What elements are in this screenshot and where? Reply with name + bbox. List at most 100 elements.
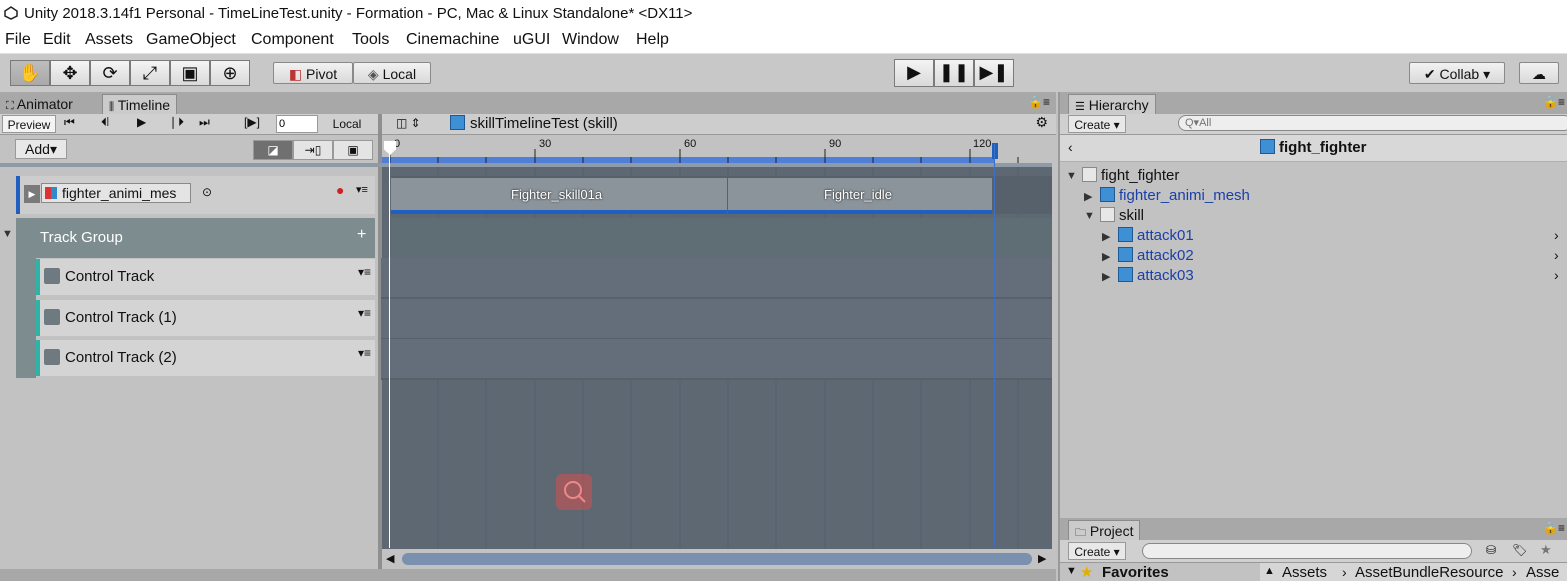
play-range-icon[interactable]: [▶] <box>244 115 260 129</box>
hierarchy-item-attack01[interactable]: attack01 <box>1118 227 1194 244</box>
prev-frame-icon[interactable]: ⏴❘ <box>101 115 109 130</box>
menu-component[interactable]: Component <box>251 31 334 49</box>
scroll-up-icon[interactable]: ▲ <box>1264 565 1275 577</box>
project-search-input[interactable] <box>1142 543 1472 559</box>
hierarchy-search-input[interactable] <box>1178 115 1567 131</box>
scale-tool-button[interactable]: ⤢ <box>130 60 170 86</box>
menu-file[interactable]: File <box>5 31 31 49</box>
tab-timeline[interactable]: ⫼ Timeline <box>102 94 178 114</box>
frame-field[interactable] <box>276 115 318 133</box>
binding-field[interactable]: fighter_animi_mes <box>41 183 191 203</box>
breadcrumb-assetbundleresource[interactable]: AssetBundleResource <box>1355 564 1503 581</box>
tab-project[interactable]: 🗀 Project <box>1068 520 1141 540</box>
expand-icon[interactable]: ▼ <box>1066 170 1077 182</box>
track-menu-icon[interactable]: ▾≡ <box>358 265 371 279</box>
track-group-header[interactable]: Track Group + <box>16 218 375 258</box>
hierarchy-item-fight-fighter[interactable]: fight_fighter <box>1082 167 1179 184</box>
record-toggle-icon[interactable]: ▶ <box>24 185 40 203</box>
menu-cinemachine[interactable]: Cinemachine <box>406 31 499 49</box>
track-menu-icon[interactable]: ▾≡ <box>356 183 368 196</box>
add-track-button[interactable]: Add▾ <box>15 139 67 159</box>
menu-edit[interactable]: Edit <box>43 31 71 49</box>
star-icon[interactable]: ★ <box>1540 542 1552 558</box>
menu-window[interactable]: Window <box>562 31 619 49</box>
hand-tool-button[interactable]: ✋ <box>10 60 50 86</box>
control-track-2-label: Control Track (2) <box>65 349 177 366</box>
local-button[interactable]: ◈ Local <box>353 62 431 84</box>
time-ruler[interactable]: 0 30 60 90 120 <box>382 135 1052 163</box>
edit-mode-mix-button[interactable]: ◪ <box>253 140 293 160</box>
tag-icon[interactable]: 🏷 <box>1512 543 1527 557</box>
collab-button[interactable]: ✔ Collab ▾ <box>1409 62 1505 84</box>
rotate-tool-button[interactable]: ⟳ <box>90 60 130 86</box>
rect-tool-button[interactable]: ▣ <box>170 60 210 86</box>
hierarchy-create-button[interactable]: Create ▾ <box>1068 115 1126 133</box>
project-create-button[interactable]: Create ▾ <box>1068 542 1126 560</box>
menu-help[interactable]: Help <box>636 31 669 49</box>
transform-tool-button[interactable]: ⊕ <box>210 60 250 86</box>
next-frame-icon[interactable]: ❘⏵ <box>168 115 184 130</box>
chevron-right-icon[interactable]: › <box>1554 247 1559 263</box>
hierarchy-item-skill[interactable]: skill <box>1100 207 1144 224</box>
expand-icon[interactable]: ▶ <box>1102 230 1110 243</box>
end-marker[interactable] <box>992 143 998 159</box>
track-menu-icon[interactable]: ▾≡ <box>358 346 371 360</box>
menu-tools[interactable]: Tools <box>352 31 389 49</box>
step-button[interactable]: ▶❚ <box>974 59 1014 87</box>
goto-end-icon[interactable]: ⏭ <box>199 115 210 130</box>
scroll-thumb[interactable] <box>402 553 1032 565</box>
timeline-view-icon[interactable]: ◫ ⇕ <box>396 116 421 130</box>
panel-menu-icon[interactable]: 🔒≡ <box>1543 521 1565 535</box>
hierarchy-item-attack03[interactable]: attack03 <box>1118 267 1194 284</box>
expand-icon[interactable]: ▶ <box>1102 250 1110 263</box>
chevron-right-icon[interactable]: › <box>1554 227 1559 243</box>
breadcrumb-assets[interactable]: Assets <box>1282 564 1327 581</box>
target-icon[interactable]: ⊙ <box>202 185 212 199</box>
edit-mode-replace-button[interactable]: ▣ <box>333 140 373 160</box>
scroll-right-icon[interactable]: ▶ <box>1038 552 1046 565</box>
pause-button[interactable]: ❚❚ <box>934 59 974 87</box>
expand-icon[interactable]: ▶ <box>1084 190 1092 203</box>
play-button[interactable]: ▶ <box>894 59 934 87</box>
expand-icon[interactable]: ▶ <box>1102 270 1110 283</box>
group-collapse-icon[interactable]: ▼ <box>2 228 13 240</box>
tab-animator[interactable]: ⛶ Animator <box>6 94 73 114</box>
control-track-0[interactable]: Control Track ▾≡ <box>36 259 375 295</box>
hierarchy-item-attack02[interactable]: attack02 <box>1118 247 1194 264</box>
panel-menu-icon[interactable]: 🔒≡ <box>1543 95 1565 109</box>
tab-hierarchy[interactable]: ☰ Hierarchy <box>1068 94 1156 114</box>
track-menu-icon[interactable]: ▾≡ <box>358 306 371 320</box>
clip-skill01a[interactable]: Fighter_skill01a <box>391 178 727 214</box>
expand-icon[interactable]: ▼ <box>1084 210 1095 222</box>
preview-button[interactable]: Preview <box>2 115 56 133</box>
back-icon[interactable]: ‹ <box>1068 139 1073 155</box>
timeline-hscrollbar[interactable]: ◀ ▶ <box>382 549 1052 569</box>
hierarchy-item-fighter-animi-mesh[interactable]: fighter_animi_mesh <box>1100 187 1250 204</box>
move-tool-button[interactable]: ✥ <box>50 60 90 86</box>
timeline-local-button[interactable]: Local <box>318 115 376 133</box>
menu-ugui[interactable]: uGUI <box>513 31 550 49</box>
clip-idle[interactable]: Fighter_idle <box>728 178 992 214</box>
record-icon[interactable]: ● <box>336 182 344 198</box>
pivot-button[interactable]: ◧ Pivot <box>273 62 353 84</box>
favorites-row[interactable]: ▼ ★ Favorites <box>1060 563 1260 581</box>
menu-gameobject[interactable]: GameObject <box>146 31 236 49</box>
animation-track-header[interactable]: ▶ fighter_animi_mes ⊙ ● ▾≡ <box>16 176 375 214</box>
expand-icon[interactable]: ▼ <box>1066 565 1077 577</box>
control-track-2[interactable]: Control Track (2) ▾≡ <box>36 340 375 376</box>
timeline-asset-name[interactable]: skillTimelineTest (skill) <box>470 115 618 132</box>
cloud-button[interactable]: ☁ <box>1519 62 1559 84</box>
gear-icon[interactable]: ⚙ <box>1035 114 1048 131</box>
control-track-1[interactable]: Control Track (1) ▾≡ <box>36 300 375 336</box>
panel-menu-icon[interactable]: 🔒≡ <box>1028 95 1050 109</box>
play-timeline-icon[interactable]: ▶ <box>137 115 146 129</box>
breadcrumb-asse[interactable]: Asse <box>1526 564 1559 581</box>
chevron-right-icon[interactable]: › <box>1554 267 1559 283</box>
edit-mode-ripple-button[interactable]: ⇥▯ <box>293 140 333 160</box>
ruler-label-120: 120 <box>973 138 992 150</box>
menu-assets[interactable]: Assets <box>85 31 133 49</box>
scroll-left-icon[interactable]: ◀ <box>386 552 394 565</box>
filter-type-icon[interactable]: ⛁ <box>1486 543 1496 557</box>
goto-start-icon[interactable]: ⏮ <box>64 115 75 130</box>
group-add-button[interactable]: + <box>357 226 366 244</box>
